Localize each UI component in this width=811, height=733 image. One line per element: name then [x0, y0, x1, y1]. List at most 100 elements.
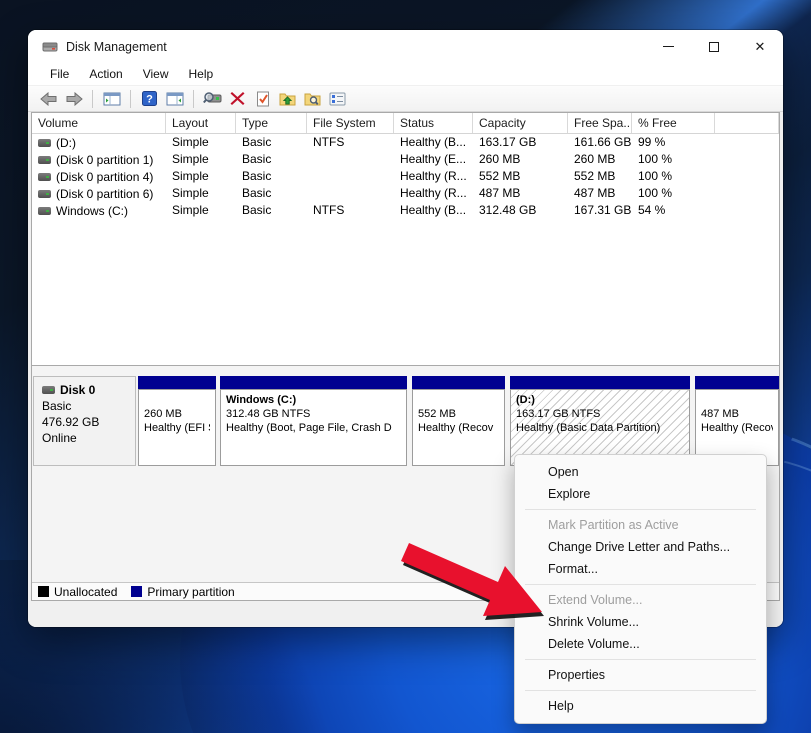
- maximize-icon: [709, 42, 719, 52]
- menu-view[interactable]: View: [133, 64, 179, 84]
- cell-blank: [715, 134, 779, 151]
- cell-status: Healthy (R...: [394, 168, 473, 185]
- partition-color-bar: [412, 376, 505, 389]
- disk0-info-panel[interactable]: Disk 0 Basic 476.92 GB Online: [33, 376, 136, 466]
- column-header-blank: [715, 113, 779, 133]
- toolbar-separator: [130, 90, 131, 108]
- partition-size: 163.17 GB NTFS: [516, 407, 684, 421]
- table-row[interactable]: (D:) Simple Basic NTFS Healthy (B... 163…: [32, 134, 779, 151]
- folder-up-icon[interactable]: [277, 89, 298, 109]
- menu-item-open[interactable]: Open: [515, 461, 766, 483]
- menu-file[interactable]: File: [40, 64, 79, 84]
- cell-fs: [307, 151, 394, 168]
- svg-text:?: ?: [146, 94, 153, 106]
- cell-pct: 99 %: [632, 134, 715, 151]
- cell-layout: Simple: [166, 134, 236, 151]
- table-row[interactable]: Windows (C:) Simple Basic NTFS Healthy (…: [32, 202, 779, 219]
- volume-icon: [38, 173, 51, 181]
- forward-icon[interactable]: [63, 89, 84, 109]
- window-title: Disk Management: [66, 40, 167, 54]
- partition-size: 552 MB: [418, 407, 499, 421]
- legend-unallocated: Unallocated: [38, 585, 117, 599]
- partition-status: Healthy (Recov: [701, 421, 773, 435]
- partition-status: Healthy (Recov: [418, 421, 499, 435]
- cell-capacity: 552 MB: [473, 168, 568, 185]
- back-icon[interactable]: [38, 89, 59, 109]
- unallocated-swatch-icon: [38, 586, 49, 597]
- partition-d-selected[interactable]: (D:) 163.17 GB NTFS Healthy (Basic Data …: [510, 376, 690, 466]
- maximize-button[interactable]: [691, 30, 737, 63]
- disk-icon: [42, 386, 55, 394]
- legend-primary-partition: Primary partition: [131, 585, 234, 599]
- menu-item-properties[interactable]: Properties: [515, 664, 766, 686]
- volume-name: (Disk 0 partition 1): [56, 153, 153, 167]
- menu-item-mark-partition-active: Mark Partition as Active: [515, 514, 766, 536]
- volume-name: (Disk 0 partition 6): [56, 187, 153, 201]
- partition-status: Healthy (Basic Data Partition): [516, 421, 684, 435]
- menu-item-help[interactable]: Help: [515, 695, 766, 717]
- partition-windows-c[interactable]: Windows (C:) 312.48 GB NTFS Healthy (Boo…: [220, 376, 407, 466]
- column-header-filesystem[interactable]: File System: [307, 113, 394, 133]
- disk-kind: Basic: [42, 399, 127, 413]
- toolbar: ?: [28, 86, 783, 112]
- delete-icon[interactable]: [227, 89, 248, 109]
- toolbar-separator: [193, 90, 194, 108]
- cell-layout: Simple: [166, 202, 236, 219]
- disk-size: 476.92 GB: [42, 415, 127, 429]
- menu-item-shrink-volume[interactable]: Shrink Volume...: [515, 611, 766, 633]
- cell-status: Healthy (E...: [394, 151, 473, 168]
- menu-item-delete-volume[interactable]: Delete Volume...: [515, 633, 766, 655]
- menu-action[interactable]: Action: [79, 64, 132, 84]
- folder-find-icon[interactable]: [302, 89, 323, 109]
- cell-layout: Simple: [166, 185, 236, 202]
- partition-status: Healthy (EFI S: [144, 421, 210, 435]
- titlebar[interactable]: Disk Management ✕: [28, 30, 783, 63]
- disk0-row: Disk 0 Basic 476.92 GB Online 260 MB Hea…: [32, 376, 779, 466]
- close-button[interactable]: ✕: [737, 30, 783, 63]
- cell-capacity: 487 MB: [473, 185, 568, 202]
- cell-fs: [307, 168, 394, 185]
- table-row[interactable]: (Disk 0 partition 1) Simple Basic Health…: [32, 151, 779, 168]
- menu-help[interactable]: Help: [179, 64, 224, 84]
- table-row[interactable]: (Disk 0 partition 6) Simple Basic Health…: [32, 185, 779, 202]
- checklist-icon[interactable]: [327, 89, 348, 109]
- help-icon[interactable]: ?: [139, 89, 160, 109]
- cell-blank: [715, 168, 779, 185]
- column-header-volume[interactable]: Volume: [32, 113, 166, 133]
- menu-item-explore[interactable]: Explore: [515, 483, 766, 505]
- partition-recovery-1[interactable]: 552 MB Healthy (Recov: [412, 376, 505, 466]
- disk-state: Online: [42, 431, 127, 445]
- column-header-freespace[interactable]: Free Spa...: [568, 113, 632, 133]
- column-header-capacity[interactable]: Capacity: [473, 113, 568, 133]
- cell-layout: Simple: [166, 168, 236, 185]
- column-header-pctfree[interactable]: % Free: [632, 113, 715, 133]
- column-header-type[interactable]: Type: [236, 113, 307, 133]
- partition-efi[interactable]: 260 MB Healthy (EFI S: [138, 376, 216, 466]
- cell-type: Basic: [236, 185, 307, 202]
- cell-pct: 100 %: [632, 185, 715, 202]
- views-icon[interactable]: [202, 89, 223, 109]
- menu-item-change-drive-letter[interactable]: Change Drive Letter and Paths...: [515, 536, 766, 558]
- menu-separator: [525, 509, 756, 510]
- menu-item-format[interactable]: Format...: [515, 558, 766, 580]
- partition-recovery-2[interactable]: 487 MB Healthy (Recov: [695, 376, 779, 466]
- table-row[interactable]: (Disk 0 partition 4) Simple Basic Health…: [32, 168, 779, 185]
- column-header-layout[interactable]: Layout: [166, 113, 236, 133]
- show-action-pane-icon[interactable]: [164, 89, 185, 109]
- show-console-tree-icon[interactable]: [101, 89, 122, 109]
- volume-icon: [38, 190, 51, 198]
- close-icon: ✕: [755, 40, 766, 53]
- desktop: Disk Management ✕ File Action View Help: [0, 0, 811, 733]
- column-header-status[interactable]: Status: [394, 113, 473, 133]
- check-document-icon[interactable]: [252, 89, 273, 109]
- cell-fs: NTFS: [307, 134, 394, 151]
- minimize-button[interactable]: [645, 30, 691, 63]
- volume-name: (D:): [56, 136, 76, 150]
- volume-name: Windows (C:): [56, 204, 128, 218]
- cell-pct: 100 %: [632, 151, 715, 168]
- cell-fs: NTFS: [307, 202, 394, 219]
- cell-type: Basic: [236, 134, 307, 151]
- menu-separator: [525, 659, 756, 660]
- cell-type: Basic: [236, 202, 307, 219]
- cell-blank: [715, 202, 779, 219]
